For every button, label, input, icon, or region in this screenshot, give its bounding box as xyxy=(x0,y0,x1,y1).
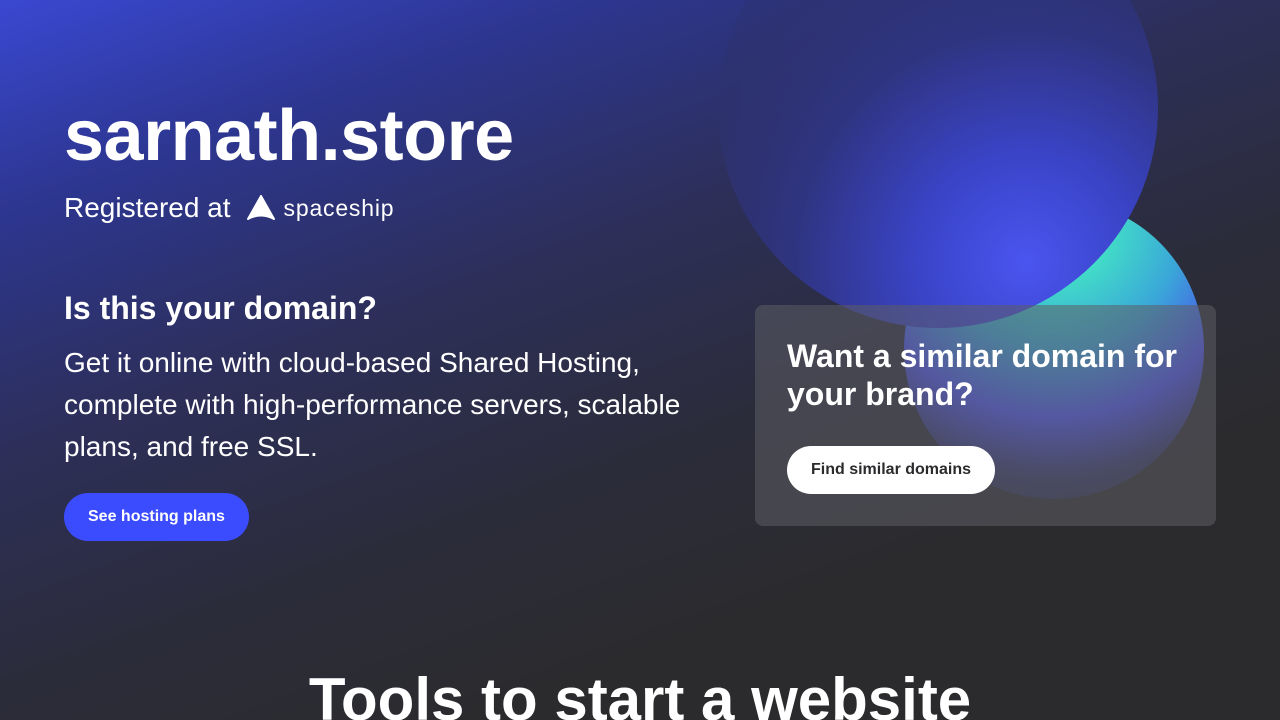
tools-section-title: Tools to start a website xyxy=(308,666,972,720)
registered-at-line: Registered at spaceship xyxy=(64,192,394,224)
similar-domain-card: Want a similar domain for your brand? Fi… xyxy=(755,305,1216,526)
domain-headline: sarnath.store xyxy=(64,96,514,176)
spaceship-brand-name: spaceship xyxy=(283,194,395,221)
domain-question: Is this your domain? xyxy=(64,290,377,326)
spaceship-brand[interactable]: spaceship xyxy=(246,194,395,222)
spaceship-logo-icon xyxy=(246,195,275,220)
similar-domain-title: Want a similar domain for your brand? xyxy=(787,338,1177,412)
hosting-description: Get it online with cloud-based Shared Ho… xyxy=(64,347,681,462)
see-hosting-plans-button[interactable]: See hosting plans xyxy=(64,493,249,541)
find-similar-domains-button[interactable]: Find similar domains xyxy=(787,446,996,494)
registered-at-label: Registered at xyxy=(64,192,231,223)
